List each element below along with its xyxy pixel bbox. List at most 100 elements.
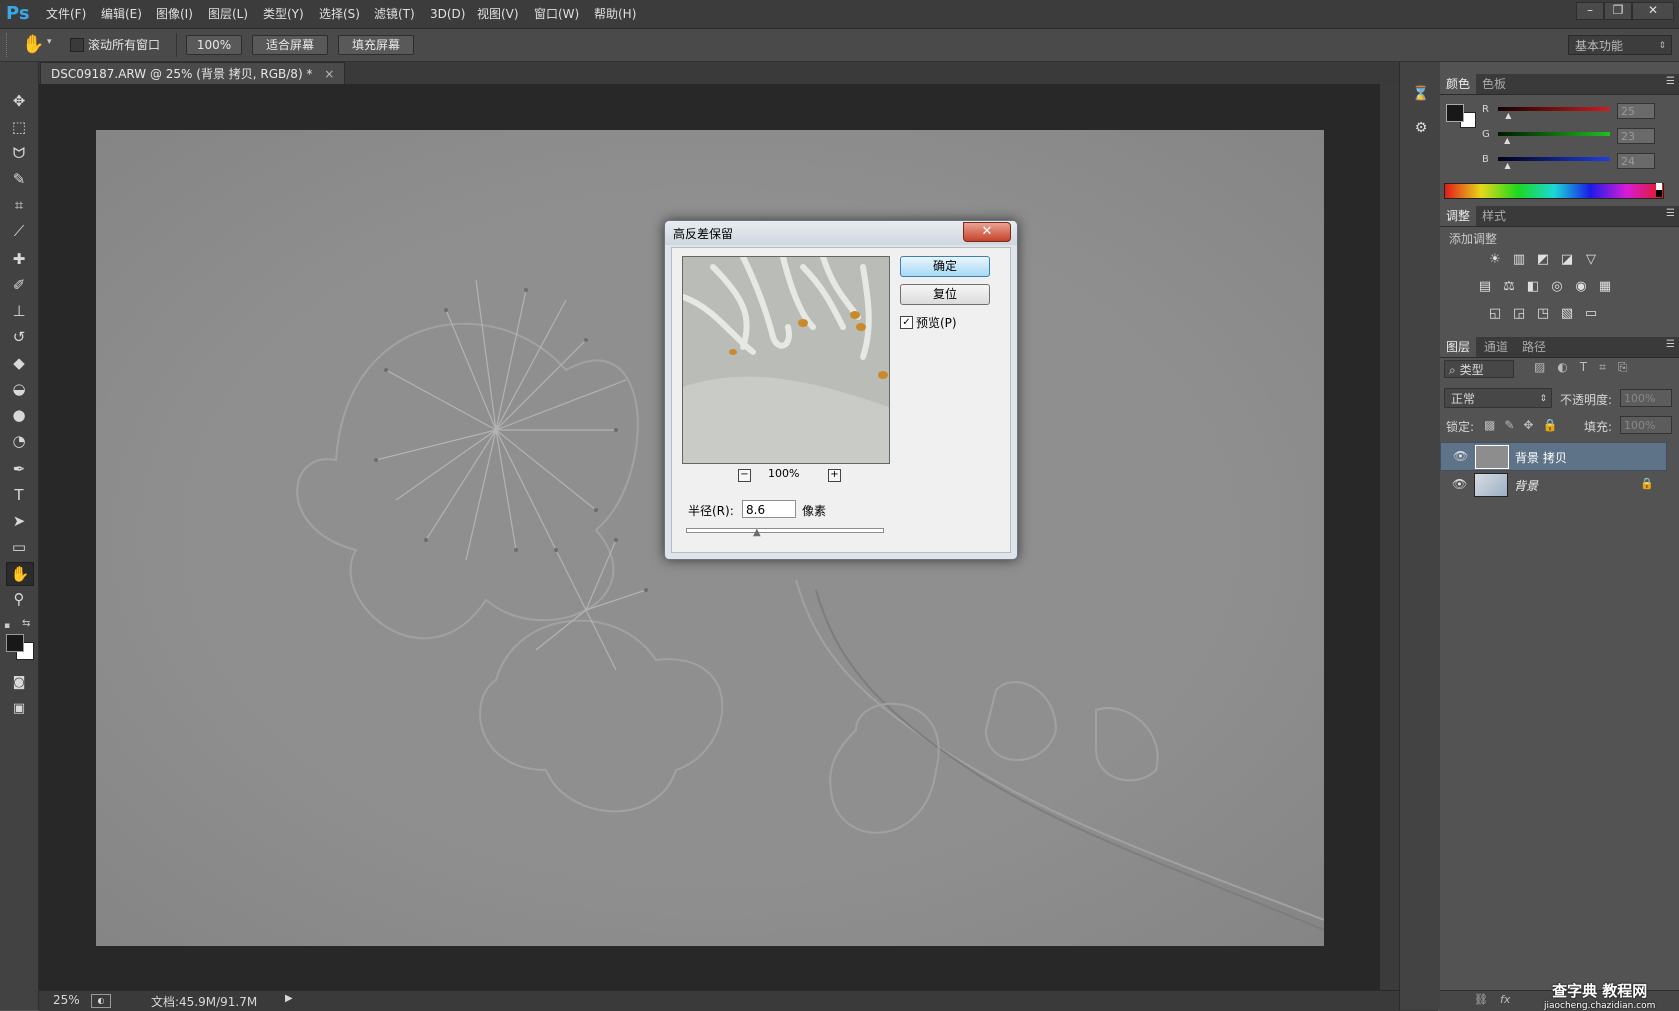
radius-slider-thumb-icon[interactable]: ▲	[753, 527, 761, 538]
lock-icons[interactable]: ▩✎✥🔒	[1484, 418, 1566, 432]
brush-tool-icon[interactable]: ✐	[6, 274, 32, 296]
tool-preset-chevron-icon[interactable]: ▾	[47, 37, 52, 47]
hand-tool-active-icon[interactable]: ✋	[6, 562, 34, 586]
minimize-button[interactable]: –	[1576, 2, 1604, 20]
fill-input[interactable]: 100%	[1620, 416, 1672, 434]
properties-panel-icon[interactable]: ⚙	[1412, 120, 1430, 138]
color-panel-menu-icon[interactable]: ☰	[1666, 76, 1675, 87]
status-zoom[interactable]: 25%	[53, 993, 80, 1007]
path-select-tool-icon[interactable]: ➤	[6, 510, 32, 532]
menu-help[interactable]: 帮助(H)	[594, 5, 636, 23]
channel-g-input[interactable]: 23	[1617, 128, 1655, 144]
lasso-tool-icon[interactable]: ᗢ	[6, 142, 32, 164]
tab-channels[interactable]: 通道	[1478, 337, 1514, 357]
close-window-button[interactable]: ✕	[1632, 2, 1674, 20]
tab-paths[interactable]: 路径	[1516, 337, 1552, 357]
menu-view[interactable]: 视图(V)	[477, 5, 519, 23]
swap-colors-icon[interactable]: ⇆	[22, 618, 30, 629]
zoom-100-button[interactable]: 100%	[186, 35, 242, 55]
radius-slider[interactable]	[686, 528, 884, 533]
tab-swatches[interactable]: 色板	[1476, 74, 1512, 94]
blend-mode-select[interactable]: 正常 ⇕	[1444, 388, 1552, 408]
layer-filter-icons[interactable]: ▨◐T⌗⎘	[1534, 360, 1640, 375]
menu-filter[interactable]: 滤镜(T)	[374, 5, 415, 23]
default-colors-icon[interactable]: ▪	[4, 621, 10, 631]
marquee-tool-icon[interactable]: ⬚	[6, 116, 32, 138]
move-tool-icon[interactable]: ✥	[6, 90, 32, 112]
layers-panel-menu-icon[interactable]: ☰	[1666, 339, 1675, 350]
channel-r-thumb-icon[interactable]: ▲	[1505, 111, 1511, 120]
channel-b-slider[interactable]	[1498, 157, 1610, 161]
screen-mode-icon[interactable]: ▣	[6, 698, 32, 720]
channel-b-input[interactable]: 24	[1617, 153, 1655, 169]
history-brush-tool-icon[interactable]: ↺	[6, 326, 32, 348]
eye-icon[interactable]: 👁	[1452, 477, 1467, 491]
ok-button[interactable]: 确定	[900, 256, 990, 277]
preview-zoom-out-button[interactable]: −	[738, 469, 751, 482]
menu-3d[interactable]: 3D(D)	[430, 5, 465, 23]
pen-tool-icon[interactable]: ✒	[6, 458, 32, 480]
eraser-tool-icon[interactable]: ◆	[6, 352, 32, 374]
threshold-icon[interactable]: ◳	[1534, 306, 1552, 322]
vertical-scrollbar[interactable]	[1380, 84, 1399, 990]
layer-row[interactable]: 👁 背景 拷贝	[1440, 442, 1667, 471]
menu-file[interactable]: 文件(F)	[46, 5, 86, 23]
foreground-color-swatch[interactable]	[6, 634, 24, 652]
reset-button[interactable]: 复位	[900, 284, 990, 305]
history-panel-icon[interactable]: ⌛	[1412, 86, 1430, 104]
channel-b-thumb-icon[interactable]: ▲	[1505, 161, 1511, 170]
menu-edit[interactable]: 编辑(E)	[101, 5, 142, 23]
eyedropper-tool-icon[interactable]: ⟋	[6, 220, 32, 242]
scroll-all-checkbox[interactable]	[70, 38, 84, 52]
color-fg-swatch[interactable]	[1446, 104, 1464, 122]
selective-color-icon[interactable]: ▧	[1558, 306, 1576, 322]
preview-zoom-in-button[interactable]: +	[828, 469, 841, 482]
layer-name[interactable]: 背景	[1514, 477, 1538, 494]
tab-styles[interactable]: 样式	[1476, 206, 1512, 226]
curves-icon[interactable]: ◩	[1534, 252, 1552, 268]
layer-row[interactable]: 👁 背景 🔒	[1440, 471, 1665, 498]
menu-window[interactable]: 窗口(W)	[534, 5, 579, 23]
crop-tool-icon[interactable]: ⌗	[6, 194, 32, 216]
document-tab-close-icon[interactable]: ×	[324, 67, 334, 81]
menu-select[interactable]: 选择(S)	[319, 5, 360, 23]
link-layers-icon[interactable]: ⛓	[1474, 993, 1488, 1006]
vibrance-icon[interactable]: ▽	[1582, 252, 1600, 268]
tab-layers[interactable]: 图层	[1440, 337, 1477, 357]
quick-select-tool-icon[interactable]: ✎	[6, 168, 32, 190]
dialog-close-button[interactable]: ✕	[963, 222, 1011, 242]
opacity-input[interactable]: 100%	[1620, 389, 1672, 407]
exposure-icon[interactable]: ◪	[1558, 252, 1576, 268]
dialog-title-bar[interactable]: 高反差保留 ✕	[665, 221, 1017, 245]
tab-color[interactable]: 颜色	[1440, 74, 1477, 94]
healing-tool-icon[interactable]: ✚	[6, 248, 32, 270]
layer-filter-select[interactable]: ⌕ 类型	[1444, 360, 1514, 378]
status-menu-arrow-icon[interactable]: ▶	[285, 993, 293, 1004]
channel-g-slider[interactable]	[1498, 132, 1610, 136]
eye-icon[interactable]: 👁	[1453, 449, 1468, 463]
tab-adjustments[interactable]: 调整	[1440, 206, 1477, 226]
color-balance-icon[interactable]: ⚖	[1500, 279, 1518, 295]
color-lookup-icon[interactable]: ▦	[1596, 279, 1614, 295]
restore-button[interactable]: ❐	[1604, 2, 1632, 20]
preview-checkbox[interactable]: ✓	[900, 316, 913, 329]
fill-screen-button[interactable]: 填充屏幕	[338, 35, 414, 55]
layer-name[interactable]: 背景 拷贝	[1515, 449, 1567, 466]
color-spectrum-ramp[interactable]	[1444, 183, 1664, 199]
posterize-icon[interactable]: ◲	[1510, 306, 1528, 322]
quick-mask-icon[interactable]: ◙	[6, 672, 32, 694]
hue-saturation-icon[interactable]: ▤	[1476, 279, 1494, 295]
gradient-map-icon[interactable]: ▭	[1582, 306, 1600, 322]
channel-r-slider[interactable]	[1498, 107, 1610, 111]
workspace-select[interactable]: 基本功能 ⇕	[1568, 35, 1672, 55]
spectrum-white-swatch[interactable]	[1656, 183, 1662, 190]
photo-filter-icon[interactable]: ◎	[1548, 279, 1566, 295]
fx-icon[interactable]: fx	[1500, 993, 1510, 1006]
stamp-tool-icon[interactable]: ⊥	[6, 300, 32, 322]
document-tab[interactable]: DSC09187.ARW @ 25% (背景 拷贝, RGB/8) * ×	[40, 62, 346, 85]
black-white-icon[interactable]: ◧	[1524, 279, 1542, 295]
spectrum-black-swatch[interactable]	[1656, 190, 1662, 197]
fit-screen-button[interactable]: 适合屏幕	[252, 35, 328, 55]
channel-g-thumb-icon[interactable]: ▲	[1504, 136, 1510, 145]
adjustments-panel-menu-icon[interactable]: ☰	[1666, 208, 1675, 219]
